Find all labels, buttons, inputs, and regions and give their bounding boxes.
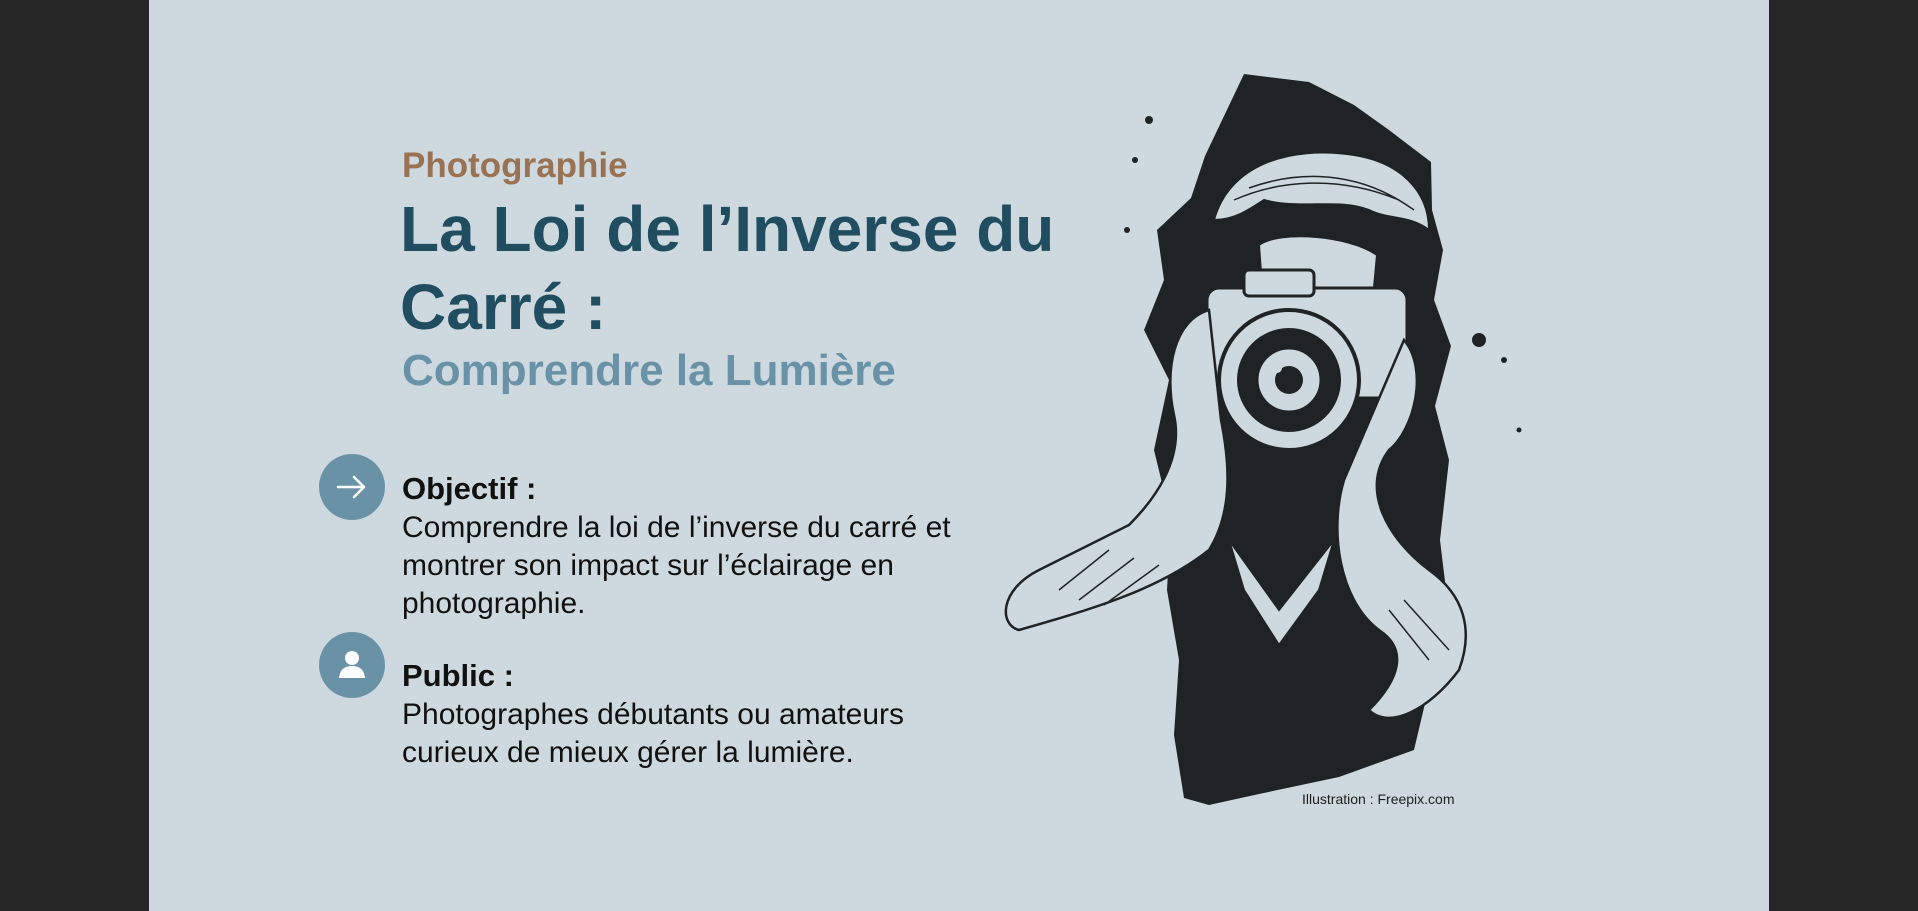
audience-label: Public : <box>402 658 514 693</box>
slide-subtitle: Comprendre la Lumière <box>402 346 896 395</box>
arrow-right-icon <box>319 454 385 520</box>
slide-kicker: Photographie <box>402 146 628 185</box>
illustration-credit: Illustration : Freepix.com <box>1302 791 1455 807</box>
photographer-illustration-icon <box>1004 74 1522 805</box>
audience-section: Public : Photographes débutants ou amate… <box>402 656 962 772</box>
slide: Photographie La Loi de l’Inverse du Carr… <box>149 0 1769 911</box>
audience-text: Photographes débutants ou amateurs curie… <box>402 698 905 769</box>
objective-section: Objectif : Comprendre la loi de l’invers… <box>402 469 962 623</box>
objective-text: Comprendre la loi de l’inverse du carré … <box>402 511 951 620</box>
user-icon <box>319 632 385 698</box>
presentation-viewer: Photographie La Loi de l’Inverse du Carr… <box>0 0 1918 911</box>
objective-label: Objectif : <box>402 471 537 506</box>
